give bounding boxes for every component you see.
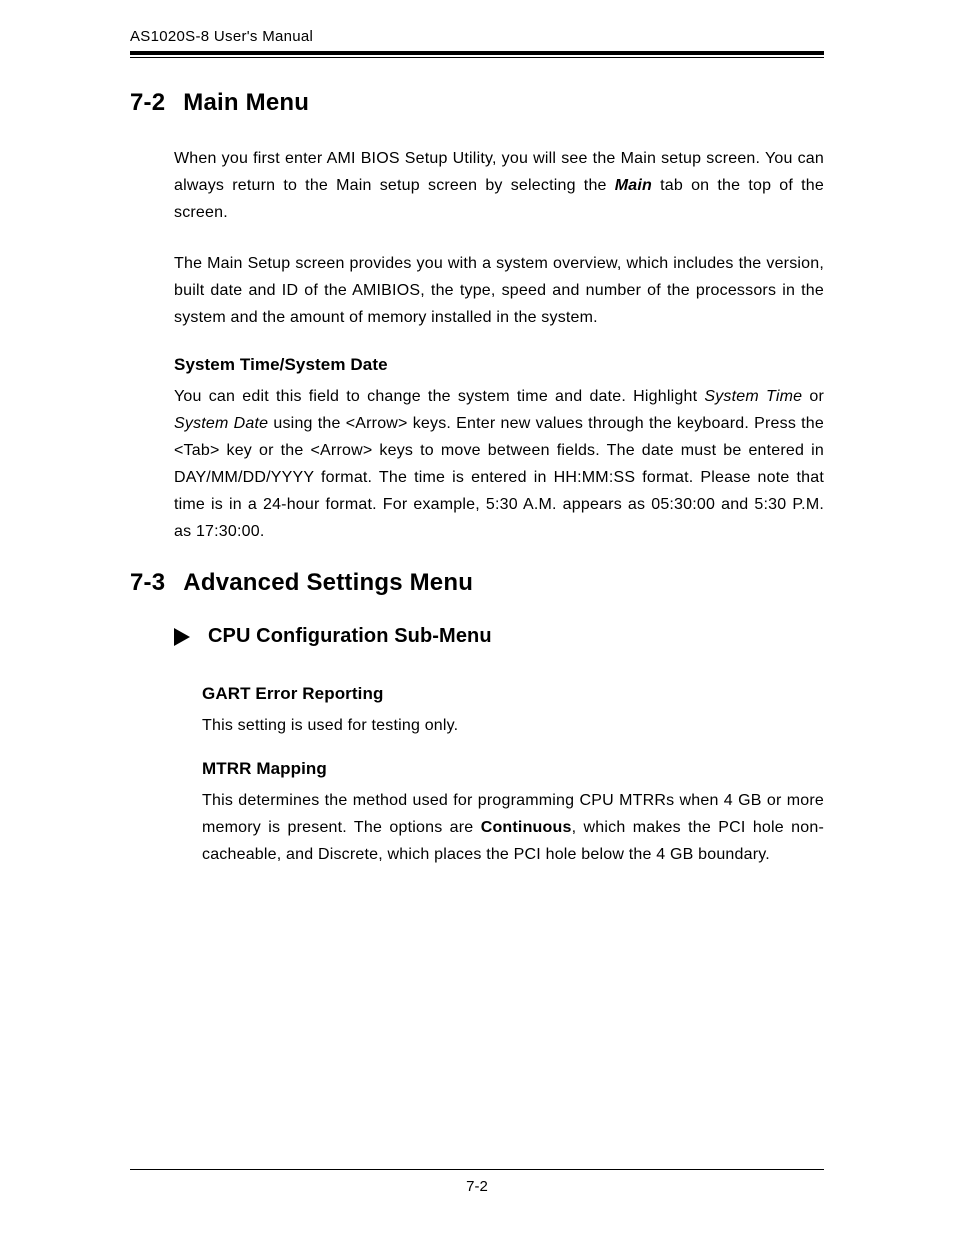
emphasis-continuous: Continuous: [481, 819, 572, 836]
manual-title: AS1020S-8 User's Manual: [130, 28, 313, 45]
triangle-right-icon: [174, 628, 190, 646]
submenu-title: CPU Configuration Sub-Menu: [208, 625, 492, 648]
section-number: 7-3: [130, 569, 165, 597]
section-title: Advanced Settings Menu: [183, 569, 473, 596]
page-footer: 7-2: [130, 1169, 824, 1195]
paragraph: This setting is used for testing only.: [202, 712, 824, 739]
subsection-heading-mtrr: MTRR Mapping: [202, 759, 824, 779]
subsection-heading-system-time: System Time/System Date: [174, 355, 824, 375]
emphasis-main-tab: Main: [615, 177, 652, 194]
submenu-body: GART Error Reporting This setting is use…: [130, 684, 824, 868]
subsection-heading-gart: GART Error Reporting: [202, 684, 824, 704]
emphasis-system-time: System Time: [704, 388, 802, 405]
paragraph: This determines the method used for prog…: [202, 787, 824, 868]
document-page: AS1020S-8 User's Manual 7-2 Main Menu Whe…: [0, 0, 954, 1235]
paragraph: The Main Setup screen provides you with …: [174, 250, 824, 331]
section-7-2-body: When you first enter AMI BIOS Setup Util…: [130, 145, 824, 545]
section-7-2-heading: 7-2 Main Menu: [130, 89, 824, 117]
section-number: 7-2: [130, 89, 165, 117]
emphasis-system-date: System Date: [174, 415, 268, 432]
submenu-row: CPU Configuration Sub-Menu: [130, 625, 824, 648]
section-title: Main Menu: [183, 89, 309, 116]
page-header: AS1020S-8 User's Manual: [130, 28, 824, 55]
section-7-3-heading: 7-3 Advanced Settings Menu: [130, 569, 824, 597]
page-number: 7-2: [466, 1178, 488, 1195]
paragraph: When you first enter AMI BIOS Setup Util…: [174, 145, 824, 226]
page-content: 7-2 Main Menu When you first enter AMI BI…: [130, 89, 824, 868]
paragraph: You can edit this field to change the sy…: [174, 383, 824, 545]
